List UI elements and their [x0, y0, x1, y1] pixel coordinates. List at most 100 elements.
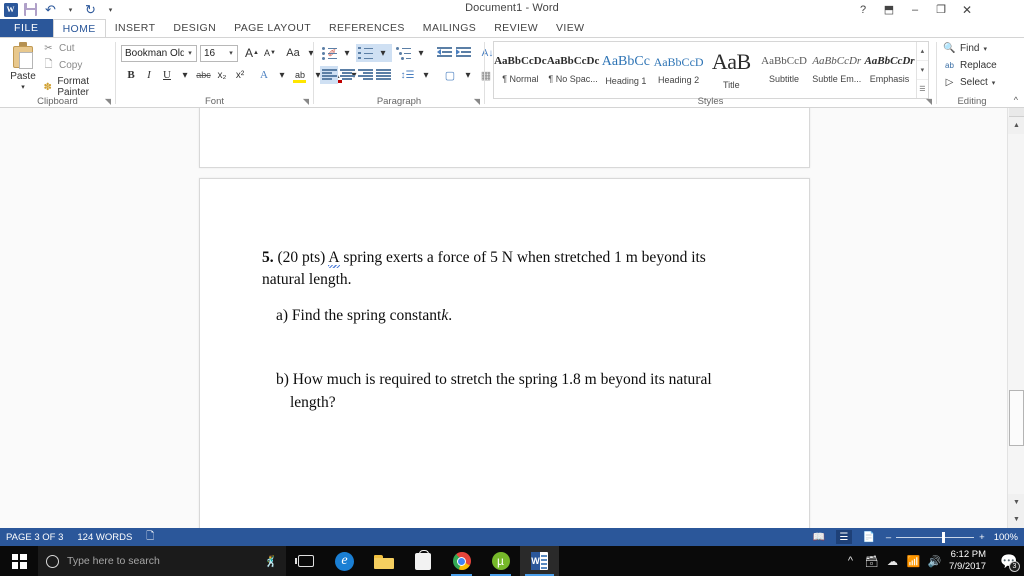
- wifi-icon[interactable]: 📶: [903, 546, 924, 576]
- shading-icon[interactable]: ▢: [441, 66, 459, 84]
- tab-mailings[interactable]: MAILINGS: [414, 19, 485, 37]
- underline-caret-icon[interactable]: ▾: [176, 66, 194, 84]
- scrollbar-thumb[interactable]: [1009, 390, 1024, 446]
- taskbar-app-buttons[interactable]: e µ: [286, 546, 559, 576]
- file-explorer-button[interactable]: [364, 546, 403, 576]
- proofing-errors-icon[interactable]: 🗋: [146, 529, 154, 546]
- italic-button[interactable]: I: [140, 66, 158, 84]
- microsoft-store-button[interactable]: [403, 546, 442, 576]
- styles-dialog-launcher-icon[interactable]: ◥: [926, 97, 932, 106]
- status-bar[interactable]: PAGE 3 OF 3 124 WORDS 🗋 📖 ☰ 📄 – + 100%: [0, 528, 1024, 546]
- clipboard-dialog-launcher-icon[interactable]: ◥: [105, 97, 111, 106]
- multilevel-caret-icon[interactable]: ▾: [412, 44, 430, 62]
- bullets-caret-icon[interactable]: ▾: [338, 44, 356, 62]
- style-item-normal[interactable]: AaBbCcDc ¶ Normal: [494, 42, 547, 98]
- numbering-caret-icon[interactable]: ▾: [374, 44, 392, 62]
- find-caret-icon[interactable]: ▾: [983, 45, 987, 53]
- replace-button[interactable]: ab Replace: [943, 59, 997, 72]
- tab-home[interactable]: HOME: [52, 19, 106, 37]
- styles-scroll-up-icon[interactable]: ▴: [916, 42, 928, 61]
- copy-button[interactable]: 🗋 Copy: [42, 59, 82, 72]
- align-left-icon[interactable]: [320, 66, 338, 84]
- format-painter-button[interactable]: ✽ Format Painter: [42, 76, 115, 98]
- decrease-indent-icon[interactable]: [435, 44, 454, 62]
- tab-file[interactable]: FILE: [0, 19, 53, 37]
- tab-page-layout[interactable]: PAGE LAYOUT: [225, 19, 320, 37]
- clock[interactable]: 6:12 PM 7/9/2017: [945, 549, 994, 573]
- document-canvas[interactable]: 5. (20 pts) A spring exerts a force of 5…: [0, 108, 1024, 528]
- word-count[interactable]: 124 WORDS: [77, 532, 132, 543]
- font-dialog-launcher-icon[interactable]: ◥: [303, 97, 309, 106]
- minimize-button[interactable]: –: [902, 1, 928, 18]
- style-item-heading-1[interactable]: AaBbCc Heading 1: [599, 42, 652, 98]
- google-chrome-button[interactable]: [442, 546, 481, 576]
- scroll-down-arrow-icon[interactable]: ▼: [1008, 494, 1024, 511]
- style-item-subtitle[interactable]: AaBbCcD Subtitle: [758, 42, 811, 98]
- shading-caret-icon[interactable]: ▾: [459, 66, 477, 84]
- text-highlight-icon[interactable]: ab: [291, 66, 309, 84]
- subscript-button[interactable]: x₂: [213, 66, 231, 84]
- numbering-icon[interactable]: [356, 44, 374, 62]
- microphone-icon[interactable]: 🕺: [264, 555, 278, 568]
- read-mode-icon[interactable]: 📖: [811, 530, 827, 544]
- bold-button[interactable]: B: [122, 66, 140, 84]
- document-page-current[interactable]: 5. (20 pts) A spring exerts a force of 5…: [199, 178, 810, 528]
- tab-design[interactable]: DESIGN: [164, 19, 225, 37]
- styles-scroll-down-icon[interactable]: ▾: [916, 61, 928, 80]
- page-indicator[interactable]: PAGE 3 OF 3: [6, 532, 63, 543]
- zoom-track[interactable]: [896, 531, 975, 543]
- style-item-heading-2[interactable]: AaBbCcD Heading 2: [652, 42, 705, 98]
- zoom-slider[interactable]: – +: [886, 531, 985, 543]
- print-layout-icon[interactable]: ☰: [835, 530, 852, 544]
- zoom-out-button[interactable]: –: [886, 532, 891, 543]
- utorrent-button[interactable]: µ: [481, 546, 520, 576]
- zoom-level[interactable]: 100%: [994, 532, 1018, 543]
- select-button[interactable]: ▷ Select ▾: [943, 76, 996, 89]
- font-size-caret-icon[interactable]: ▾: [225, 49, 237, 57]
- style-item-title[interactable]: AaB Title: [705, 42, 758, 98]
- style-item-no-spacing[interactable]: AaBbCcDc ¶ No Spac...: [547, 42, 600, 98]
- styles-gallery[interactable]: AaBbCcDc ¶ Normal AaBbCcDc ¶ No Spac... …: [493, 41, 929, 99]
- split-window-handle[interactable]: [1009, 108, 1024, 117]
- find-button[interactable]: 🔍 Find ▾: [943, 42, 987, 55]
- action-center-button[interactable]: 💬 3: [994, 546, 1024, 576]
- font-size-combobox[interactable]: 16 ▾: [200, 44, 238, 62]
- web-layout-icon[interactable]: 📄: [861, 530, 877, 544]
- multilevel-list-icon[interactable]: [394, 44, 412, 62]
- restore-button[interactable]: ❐: [928, 1, 954, 18]
- show-hidden-icons-button[interactable]: ^: [840, 546, 861, 576]
- line-spacing-caret-icon[interactable]: ▾: [417, 66, 435, 84]
- font-name-combobox[interactable]: Bookman Old ▾: [121, 44, 197, 62]
- help-icon[interactable]: ?: [850, 1, 876, 18]
- close-button[interactable]: ✕: [954, 1, 980, 18]
- scroll-up-arrow-icon[interactable]: ▲: [1008, 117, 1024, 134]
- onedrive-icon[interactable]: ☁: [882, 546, 903, 576]
- windows-taskbar[interactable]: Type here to search 🕺 e µ ^ 🗃 ☁ 📶 🔊 6:12…: [0, 546, 1024, 576]
- ribbon-display-options-icon[interactable]: ⬒: [876, 1, 902, 18]
- start-button[interactable]: [0, 546, 38, 576]
- window-controls[interactable]: ? ⬒ – ❐ ✕: [850, 1, 980, 18]
- collapse-ribbon-icon[interactable]: ^: [1014, 95, 1018, 105]
- superscript-button[interactable]: x²: [231, 66, 249, 84]
- align-center-icon[interactable]: [338, 66, 356, 84]
- paste-button-label[interactable]: Paste: [4, 71, 42, 82]
- text-effects-caret-icon[interactable]: ▾: [273, 66, 291, 84]
- line-spacing-icon[interactable]: ↕☰: [398, 66, 417, 84]
- system-tray[interactable]: ^ 🗃 ☁ 📶 🔊 6:12 PM 7/9/2017 💬 3: [840, 546, 1024, 576]
- taskbar-search-box[interactable]: Type here to search 🕺: [38, 546, 286, 576]
- tab-insert[interactable]: INSERT: [106, 19, 165, 37]
- microsoft-word-button[interactable]: [520, 546, 559, 576]
- styles-gallery-scrollbar[interactable]: ▴ ▾ ☰: [915, 42, 928, 98]
- style-item-subtle-emphasis[interactable]: AaBbCcDr Subtle Em...: [810, 42, 863, 98]
- style-item-emphasis[interactable]: AaBbCcDr Emphasis: [863, 42, 916, 98]
- vertical-scrollbar[interactable]: ▲ ▼ ▼: [1007, 108, 1024, 528]
- paragraph-dialog-launcher-icon[interactable]: ◥: [474, 97, 480, 106]
- change-case-icon[interactable]: Aa: [284, 44, 302, 62]
- task-view-button[interactable]: [286, 546, 325, 576]
- font-name-caret-icon[interactable]: ▾: [184, 49, 196, 57]
- tab-review[interactable]: REVIEW: [485, 19, 547, 37]
- grow-font-icon[interactable]: A ▲: [243, 44, 261, 62]
- justify-icon[interactable]: [374, 66, 392, 84]
- paste-icon[interactable]: [10, 42, 36, 70]
- zoom-in-button[interactable]: +: [979, 532, 985, 543]
